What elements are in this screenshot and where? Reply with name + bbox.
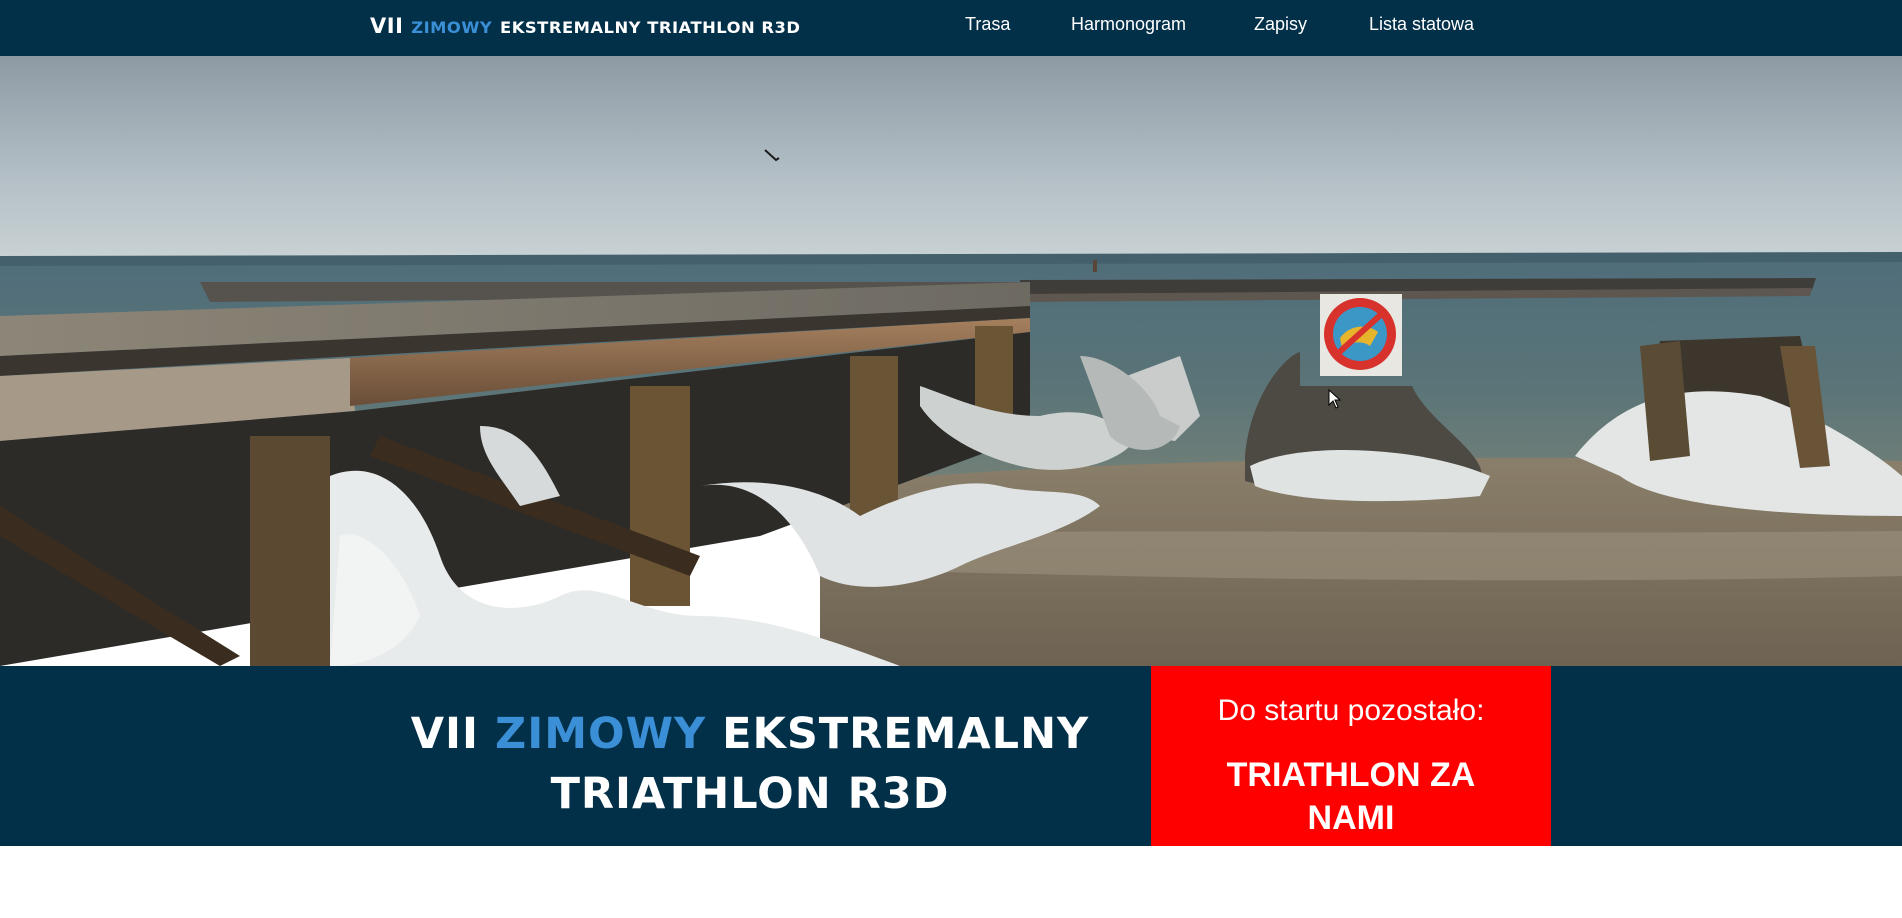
nav-link-zapisy[interactable]: Zapisy <box>1254 13 1307 35</box>
countdown-label: Do startu pozostało: <box>1217 694 1485 727</box>
title-rest-line1: EKSTREMALNY <box>722 709 1090 759</box>
nav-link-trasa[interactable]: Trasa <box>965 13 1010 35</box>
title-line2: TRIATHLON R3D <box>550 769 950 819</box>
title-accent: ZIMOWY <box>495 709 707 759</box>
hero-banner-image <box>0 56 1902 666</box>
countdown-box: Do startu pozostało: TRIATHLON ZA NAMI <box>1151 666 1551 846</box>
title-band: VII ZIMOWY EKSTREMALNY TRIATHLON R3D Do … <box>0 666 1902 846</box>
countdown-status: TRIATHLON ZA NAMI <box>1226 756 1476 837</box>
brand-prefix: VII <box>370 14 404 38</box>
nav-link-harmonogram[interactable]: Harmonogram <box>1071 13 1186 35</box>
nav-link-lista-statowa[interactable]: Lista statowa <box>1369 13 1474 35</box>
brand-rest: EKSTREMALNY TRIATHLON R3D <box>500 18 801 37</box>
top-navbar: VII ZIMOWY EKSTREMALNY TRIATHLON R3D Tra… <box>0 0 1902 56</box>
mouse-pointer-icon <box>1328 389 1342 409</box>
title-prefix: VII <box>410 709 480 759</box>
event-title: VII ZIMOWY EKSTREMALNY TRIATHLON R3D <box>390 704 1110 824</box>
frozen-pier-photo <box>0 56 1902 666</box>
brand-logo-link[interactable]: VII ZIMOWY EKSTREMALNY TRIATHLON R3D <box>370 12 801 42</box>
brand-accent: ZIMOWY <box>411 18 493 37</box>
